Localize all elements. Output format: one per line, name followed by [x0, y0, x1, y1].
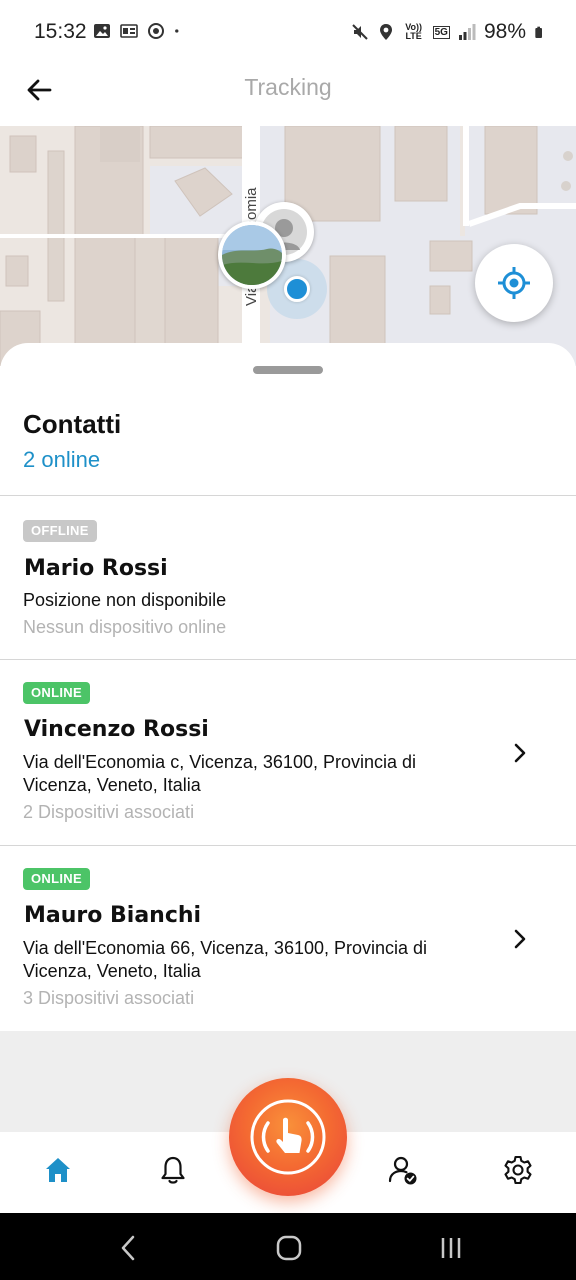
gear-icon — [504, 1155, 532, 1185]
my-location-dot — [284, 276, 310, 302]
home-icon — [46, 1158, 70, 1182]
contact-devices: 3 Dispositivi associati — [23, 988, 195, 1008]
sheet-title: Contatti — [23, 409, 122, 439]
signal-icon — [458, 24, 476, 40]
status-system-icons: Vo)) LTE 5G 98% — [351, 20, 546, 44]
locate-me-button[interactable] — [475, 244, 553, 322]
user-check-icon — [388, 1156, 417, 1185]
contacts-sheet: Contatti 2 online OFFLINE Mario Rossi Po… — [0, 343, 576, 1133]
nfc-card-icon — [120, 24, 138, 38]
status-badge: OFFLINE — [23, 520, 97, 542]
volte-icon: Vo)) LTE — [405, 22, 423, 41]
contact-address: Via dell'Economia 66, Vicenza, 36100, Pr… — [23, 938, 428, 981]
mute-icon — [351, 24, 368, 40]
contact-devices: 2 Dispositivi associati — [23, 802, 195, 822]
system-nav-bar — [0, 1213, 576, 1280]
contact-item-mario-rossi[interactable]: OFFLINE Mario Rossi Posizione non dispon… — [0, 496, 576, 660]
nav-home[interactable] — [40, 1152, 76, 1188]
contact-address: Via dell'Economia c, Vicenza, 36100, Pro… — [23, 752, 417, 795]
sos-touch-icon — [250, 1099, 326, 1175]
nav-contacts[interactable] — [385, 1152, 421, 1188]
map-view[interactable]: Via dell'Economia — [0, 126, 576, 366]
online-count: 2 online — [23, 447, 101, 472]
back-chevron-icon[interactable] — [114, 1233, 144, 1263]
chevron-right-icon[interactable] — [508, 927, 532, 951]
crosshair-icon — [498, 267, 530, 299]
contact-devices: Nessun dispositivo online — [23, 617, 227, 637]
status-notification-icons — [93, 22, 184, 40]
contact-name: Vincenzo Rossi — [24, 717, 209, 742]
contact-name: Mario Rossi — [24, 556, 168, 581]
recents-icon[interactable] — [436, 1233, 466, 1263]
status-badge: ONLINE — [23, 682, 90, 704]
5g-icon: 5G — [432, 25, 450, 39]
nav-settings[interactable] — [500, 1152, 536, 1188]
contact-marker-photo[interactable] — [218, 221, 286, 289]
contact-item-mauro-bianchi[interactable]: ONLINE Mauro Bianchi Via dell'Economia 6… — [0, 846, 576, 1031]
bell-icon — [161, 1156, 185, 1184]
image-icon — [94, 24, 110, 38]
location-pin-icon — [379, 24, 392, 40]
nav-notifications[interactable] — [155, 1152, 191, 1188]
home-circle-icon[interactable] — [274, 1233, 304, 1263]
status-badge: ONLINE — [23, 868, 90, 890]
app-bar: Tracking — [0, 64, 576, 126]
page-title: Tracking — [244, 74, 332, 100]
battery-percent: 98% — [483, 20, 526, 43]
activity-ring-icon — [148, 23, 164, 39]
contact-item-vincenzo-rossi[interactable]: ONLINE Vincenzo Rossi Via dell'Economia … — [0, 660, 576, 846]
contact-name: Mauro Bianchi — [24, 903, 202, 928]
sos-button[interactable] — [229, 1078, 347, 1196]
battery-icon — [535, 26, 542, 38]
contact-address: Posizione non disponibile — [23, 590, 227, 610]
chevron-right-icon[interactable] — [508, 741, 532, 765]
avatar — [222, 225, 282, 285]
status-time: 15:32 — [34, 20, 87, 43]
dot-icon — [175, 29, 179, 33]
status-bar: 15:32 Vo)) LTE 5G 98% — [0, 0, 576, 64]
sheet-drag-handle[interactable] — [253, 366, 323, 374]
